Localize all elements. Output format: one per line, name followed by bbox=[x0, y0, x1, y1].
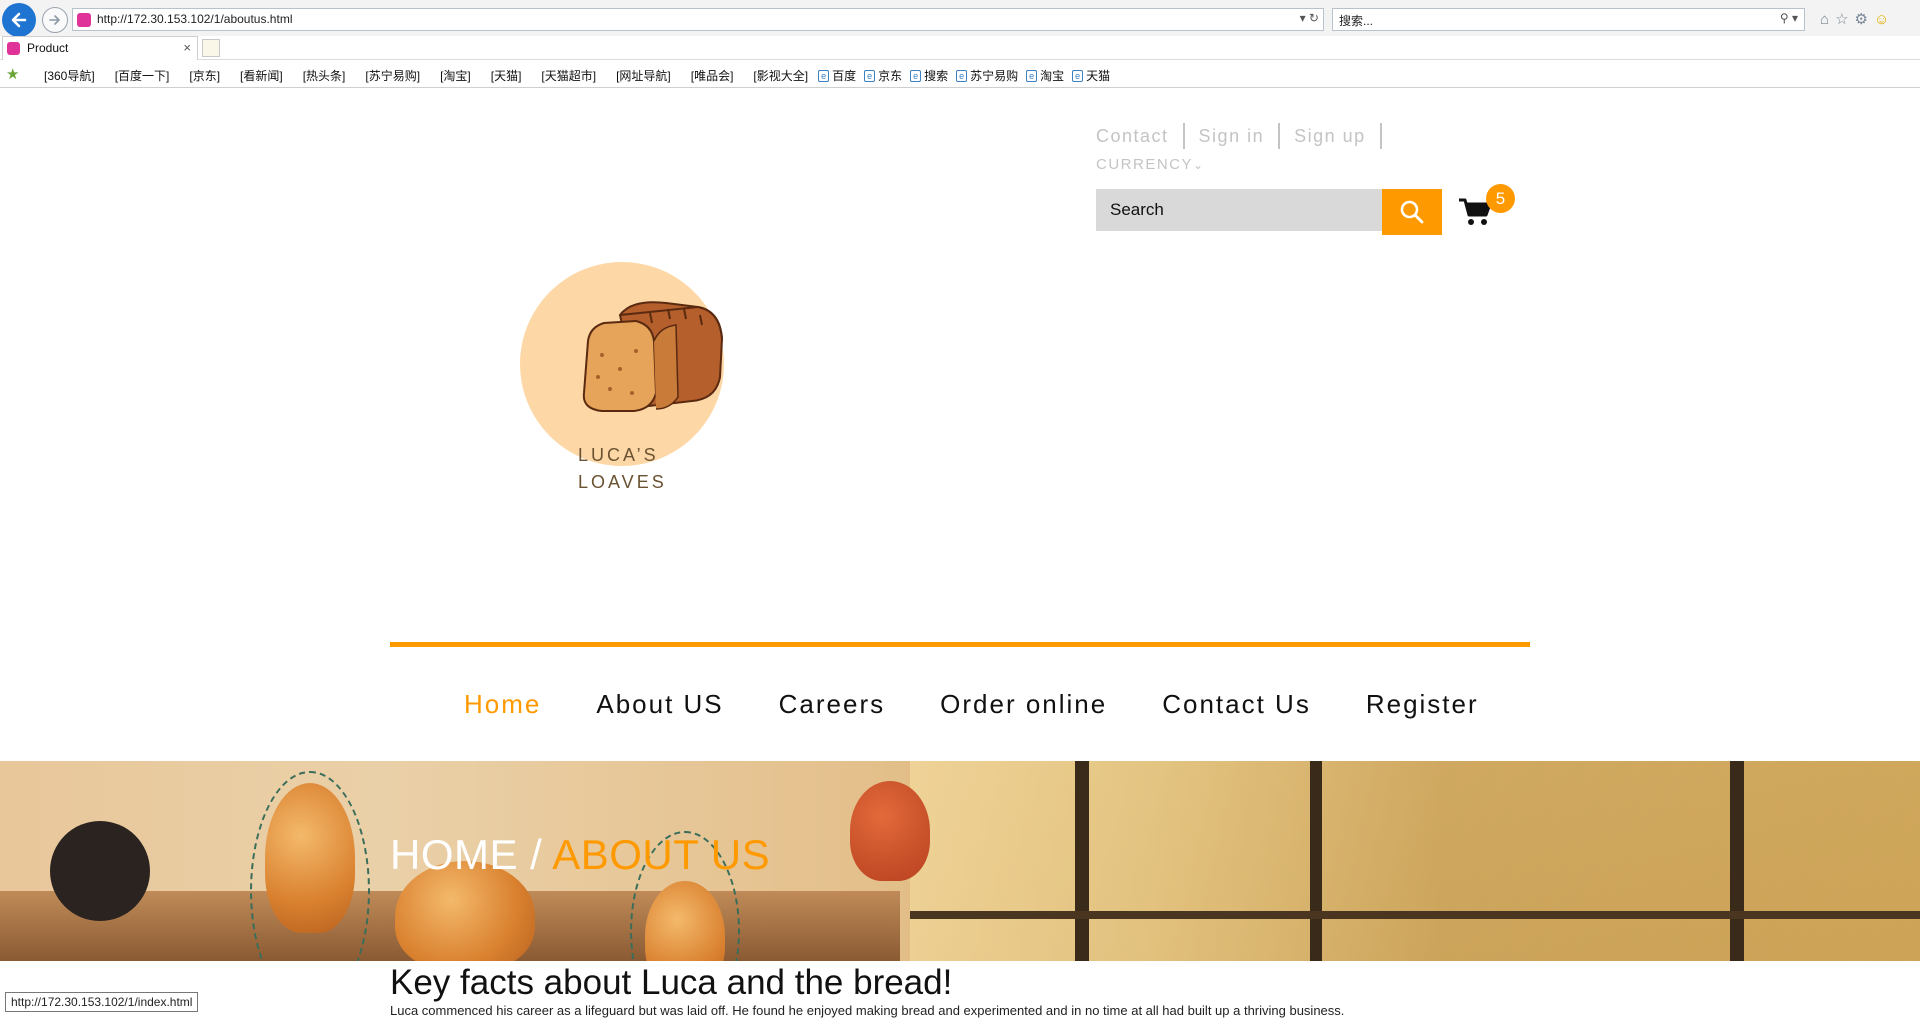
banner-decoration bbox=[50, 821, 150, 921]
breadcrumb: HOME / ABOUT US bbox=[390, 831, 770, 879]
favorite-item[interactable]: [影视大全] bbox=[753, 67, 808, 84]
favorite-link[interactable]: e 搜索 bbox=[910, 67, 948, 84]
browser-chrome: http://172.30.153.102/1/aboutus.html ▾ ↻… bbox=[0, 0, 1920, 88]
ie-page-icon: e bbox=[1026, 69, 1038, 82]
sign-up-link[interactable]: Sign up bbox=[1280, 126, 1380, 147]
new-tab-button[interactable] bbox=[202, 39, 220, 57]
arrow-right-icon bbox=[49, 15, 61, 25]
banner-decoration bbox=[850, 781, 930, 881]
favorites-star-icon[interactable]: ★ bbox=[6, 65, 19, 83]
divider bbox=[1379, 123, 1382, 149]
nav-item-register[interactable]: Register bbox=[1366, 689, 1479, 720]
intro-paragraph: Luca commenced his career as a lifeguard… bbox=[390, 1003, 1345, 1018]
forward-button[interactable] bbox=[42, 7, 68, 33]
search-button[interactable] bbox=[1382, 189, 1442, 235]
favorite-item[interactable]: [天猫超市] bbox=[541, 67, 596, 84]
ie-page-icon: e bbox=[1072, 69, 1084, 82]
favorite-item[interactable]: [京东] bbox=[189, 67, 220, 84]
favorite-item[interactable]: [淘宝] bbox=[440, 67, 471, 84]
search-icon bbox=[1400, 200, 1424, 224]
tab-product[interactable]: Product × bbox=[2, 36, 198, 60]
favorite-link[interactable]: e 百度 bbox=[818, 67, 856, 84]
status-url-tooltip: http://172.30.153.102/1/index.html bbox=[5, 992, 199, 1012]
tab-title: Product bbox=[27, 41, 69, 55]
banner-decoration bbox=[1730, 761, 1744, 961]
back-button[interactable] bbox=[2, 3, 36, 37]
browser-search-placeholder: 搜索... bbox=[1339, 14, 1374, 28]
logo-line-2: LOAVES bbox=[578, 472, 667, 492]
favorite-item[interactable]: [热头条] bbox=[303, 67, 346, 84]
page-banner: HOME / ABOUT US bbox=[0, 761, 1920, 961]
favorite-link-label: 京东 bbox=[878, 69, 903, 83]
favorite-item[interactable]: [天猫] bbox=[491, 67, 522, 84]
favorite-link-label: 苏宁易购 bbox=[970, 69, 1019, 83]
banner-decoration bbox=[265, 783, 355, 933]
nav-item-home[interactable]: Home bbox=[464, 689, 541, 720]
favorite-item[interactable]: [网址导航] bbox=[616, 67, 671, 84]
nav-item-careers[interactable]: Careers bbox=[779, 689, 885, 720]
tab-strip: Product × bbox=[0, 36, 1920, 60]
favorite-link[interactable]: e 淘宝 bbox=[1026, 67, 1064, 84]
banner-decoration bbox=[910, 911, 1920, 919]
site-favicon-icon bbox=[77, 13, 91, 27]
logo-line-1: LUCA’S bbox=[578, 445, 659, 465]
ie-page-icon: e bbox=[864, 69, 876, 82]
favorite-item[interactable]: [唯品会] bbox=[691, 67, 734, 84]
arrow-left-icon bbox=[11, 12, 27, 28]
main-nav: Home About US Careers Order online Conta… bbox=[464, 689, 1534, 720]
favorite-link-label: 淘宝 bbox=[1040, 69, 1065, 83]
banner-display-case bbox=[910, 761, 1920, 961]
account-links: Contact Sign in Sign up bbox=[1096, 123, 1382, 149]
favorite-link-label: 百度 bbox=[832, 69, 857, 83]
favorite-item[interactable]: [360导航] bbox=[44, 67, 95, 84]
sign-in-link[interactable]: Sign in bbox=[1185, 126, 1279, 147]
favorites-bar: ★ [360导航] [百度一下] [京东] [看新闻] [热头条] [苏宁易购]… bbox=[0, 61, 1920, 88]
close-icon[interactable]: × bbox=[183, 40, 191, 55]
logo-wordmark: LUCA’S LOAVES bbox=[578, 442, 667, 496]
toolbar-icons: ⌂ ☆ ⚙ ☺ bbox=[1820, 8, 1920, 30]
banner-decoration bbox=[1075, 761, 1089, 961]
favorite-item[interactable]: [看新闻] bbox=[240, 67, 283, 84]
star-icon[interactable]: ☆ bbox=[1835, 10, 1848, 28]
chevron-down-icon: ⌄ bbox=[1193, 158, 1205, 172]
magnifier-icon[interactable]: ⚲ ▾ bbox=[1780, 11, 1798, 25]
ie-page-icon: e bbox=[910, 69, 922, 82]
favorite-link[interactable]: e 天猫 bbox=[1072, 67, 1110, 84]
banner-decoration bbox=[1310, 761, 1322, 961]
refresh-icon[interactable]: ▾ ↻ bbox=[1300, 11, 1319, 25]
address-row: http://172.30.153.102/1/aboutus.html ▾ ↻… bbox=[0, 0, 1920, 38]
nav-item-about-us[interactable]: About US bbox=[596, 689, 723, 720]
nav-item-contact-us[interactable]: Contact Us bbox=[1162, 689, 1311, 720]
web-page: Contact Sign in Sign up CURRENCY⌄ 5 LUCA… bbox=[0, 89, 1920, 1019]
favorite-item[interactable]: [百度一下] bbox=[115, 67, 170, 84]
ie-page-icon: e bbox=[956, 69, 968, 82]
favorite-item[interactable]: [苏宁易购] bbox=[365, 67, 420, 84]
ie-page-icon: e bbox=[818, 69, 830, 82]
address-url: http://172.30.153.102/1/aboutus.html bbox=[97, 12, 293, 26]
cart-count-badge: 5 bbox=[1486, 184, 1515, 213]
gear-icon[interactable]: ⚙ bbox=[1855, 10, 1868, 28]
bread-loaf-icon bbox=[582, 301, 724, 412]
page-title: Key facts about Luca and the bread! bbox=[390, 963, 953, 1002]
breadcrumb-current: ABOUT US bbox=[552, 831, 771, 878]
home-icon[interactable]: ⌂ bbox=[1820, 11, 1829, 28]
site-search-field[interactable] bbox=[1096, 189, 1382, 231]
currency-dropdown[interactable]: CURRENCY⌄ bbox=[1096, 156, 1205, 173]
contact-link[interactable]: Contact bbox=[1096, 126, 1183, 147]
currency-label: CURRENCY bbox=[1096, 156, 1194, 173]
favorite-link[interactable]: e 京东 bbox=[864, 67, 902, 84]
favorite-link[interactable]: e 苏宁易购 bbox=[956, 67, 1018, 84]
nav-divider bbox=[390, 642, 1530, 647]
search-input[interactable] bbox=[1096, 189, 1382, 231]
smiley-icon[interactable]: ☺ bbox=[1874, 11, 1889, 28]
address-bar[interactable]: http://172.30.153.102/1/aboutus.html ▾ ↻ bbox=[72, 8, 1324, 31]
site-logo[interactable]: LUCA’S LOAVES bbox=[518, 261, 758, 501]
nav-item-order-online[interactable]: Order online bbox=[940, 689, 1107, 720]
favorite-link-label: 搜索 bbox=[924, 69, 949, 83]
favorites-list: [360导航] [百度一下] [京东] [看新闻] [热头条] [苏宁易购] [… bbox=[44, 67, 1118, 84]
tab-favicon-icon bbox=[7, 42, 20, 55]
breadcrumb-home[interactable]: HOME / bbox=[390, 831, 542, 878]
favorite-link-label: 天猫 bbox=[1086, 69, 1111, 83]
browser-search-box[interactable]: 搜索... ⚲ ▾ bbox=[1332, 8, 1805, 31]
